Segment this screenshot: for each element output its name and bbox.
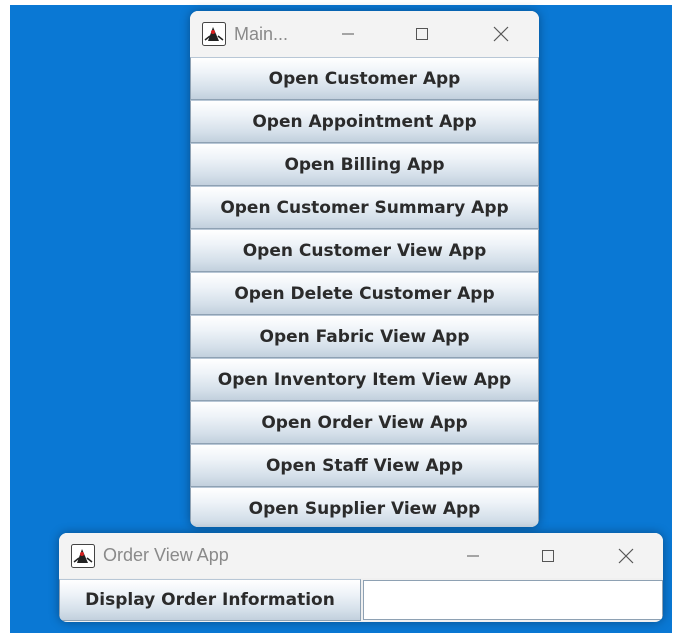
open-delete-customer-app-button[interactable]: Open Delete Customer App xyxy=(190,272,539,315)
display-order-information-button[interactable]: Display Order Information xyxy=(59,579,361,621)
close-icon[interactable] xyxy=(603,533,649,578)
order-view-window: Order View App Display Order Information xyxy=(59,533,663,622)
main-titlebar[interactable]: Main... xyxy=(190,11,539,57)
screen-edge xyxy=(0,633,682,643)
order-content-row: Display Order Information xyxy=(59,578,663,622)
java-duke-icon xyxy=(71,543,95,568)
open-appointment-app-button[interactable]: Open Appointment App xyxy=(190,100,539,143)
minimize-icon[interactable] xyxy=(325,11,371,57)
maximize-icon[interactable] xyxy=(525,533,571,578)
minimize-icon[interactable] xyxy=(450,533,496,578)
open-inventory-item-view-app-button[interactable]: Open Inventory Item View App xyxy=(190,358,539,401)
window-title: Main... xyxy=(234,23,289,44)
open-order-view-app-button[interactable]: Open Order View App xyxy=(190,401,539,444)
open-fabric-view-app-button[interactable]: Open Fabric View App xyxy=(190,315,539,358)
java-duke-icon xyxy=(202,22,226,46)
close-icon[interactable] xyxy=(478,11,524,57)
main-window: Main... Open Customer App Open Appointme… xyxy=(190,11,539,527)
order-output-field[interactable] xyxy=(363,580,663,620)
open-billing-app-button[interactable]: Open Billing App xyxy=(190,143,539,186)
maximize-icon[interactable] xyxy=(399,11,445,57)
app-button-list: Open Customer App Open Appointment App O… xyxy=(190,57,539,527)
open-supplier-view-app-button[interactable]: Open Supplier View App xyxy=(190,487,539,527)
open-customer-view-app-button[interactable]: Open Customer View App xyxy=(190,229,539,272)
open-staff-view-app-button[interactable]: Open Staff View App xyxy=(190,444,539,487)
order-titlebar[interactable]: Order View App xyxy=(59,533,663,578)
window-title: Order View App xyxy=(103,545,229,565)
open-customer-summary-app-button[interactable]: Open Customer Summary App xyxy=(190,186,539,229)
open-customer-app-button[interactable]: Open Customer App xyxy=(190,57,539,100)
